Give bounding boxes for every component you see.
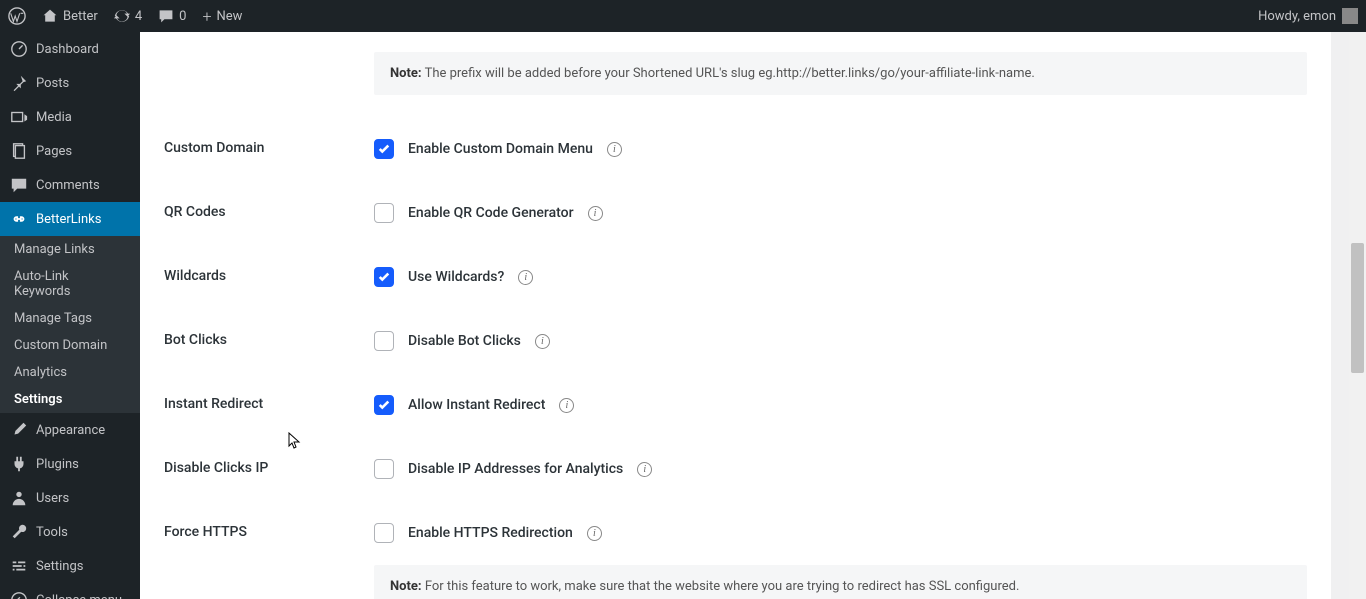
menu-label: Comments [36, 178, 100, 193]
submenu-analytics[interactable]: Analytics [0, 359, 140, 386]
submenu-manage-links[interactable]: Manage Links [0, 236, 140, 263]
info-icon[interactable]: i [588, 206, 603, 221]
submenu-auto-keywords[interactable]: Auto-Link Keywords [0, 263, 140, 305]
user-account[interactable]: Howdy, emon [1258, 8, 1358, 24]
admin-sidebar: Dashboard Posts Media Pages Comments Bet… [0, 32, 140, 599]
media-icon [10, 108, 28, 126]
menu-dashboard[interactable]: Dashboard [0, 32, 140, 66]
checkbox-3[interactable] [374, 331, 394, 351]
row-label: Wildcards [164, 267, 374, 287]
dashboard-icon [10, 40, 28, 58]
field-text: Enable QR Code Generator [408, 205, 574, 221]
submenu-betterlinks: Manage Links Auto-Link Keywords Manage T… [0, 236, 140, 413]
menu-label: BetterLinks [36, 212, 101, 227]
pin-icon [10, 74, 28, 92]
row-label: Custom Domain [164, 139, 374, 159]
https-note: Note: For this feature to work, make sur… [374, 565, 1307, 599]
menu-label: Appearance [36, 423, 105, 438]
row-label: Bot Clicks [164, 331, 374, 351]
menu-label: Dashboard [36, 42, 99, 57]
menu-users[interactable]: Users [0, 481, 140, 515]
updates[interactable]: 4 [114, 8, 142, 24]
checkbox-2[interactable] [374, 267, 394, 287]
checkbox-4[interactable] [374, 395, 394, 415]
collapse-icon [10, 591, 28, 599]
sliders-icon [10, 557, 28, 575]
info-icon[interactable]: i [637, 462, 652, 477]
field-text: Use Wildcards? [408, 269, 504, 285]
field-text: Allow Instant Redirect [408, 397, 545, 413]
field-text: Disable IP Addresses for Analytics [408, 461, 623, 477]
menu-label: Media [36, 110, 72, 125]
new-label: New [216, 9, 242, 24]
plug-icon [10, 455, 28, 473]
menu-comments[interactable]: Comments [0, 168, 140, 202]
menu-label: Settings [36, 559, 83, 574]
menu-betterlinks[interactable]: BetterLinks [0, 202, 140, 236]
row-label: Instant Redirect [164, 395, 374, 415]
prefix-note: Note: The prefix will be added before yo… [374, 52, 1307, 95]
wrench-icon [10, 523, 28, 541]
info-icon[interactable]: i [607, 142, 622, 157]
menu-posts[interactable]: Posts [0, 66, 140, 100]
howdy-text: Howdy, emon [1258, 9, 1336, 24]
row-label: Disable Clicks IP [164, 459, 374, 479]
site-home[interactable]: Better [42, 8, 98, 24]
menu-label: Pages [36, 144, 72, 159]
pages-icon [10, 142, 28, 160]
menu-media[interactable]: Media [0, 100, 140, 134]
user-icon [10, 489, 28, 507]
new-content[interactable]: + New [202, 7, 242, 26]
wp-logo[interactable] [8, 7, 26, 25]
brush-icon [10, 421, 28, 439]
field-text: Enable Custom Domain Menu [408, 141, 593, 157]
checkbox-0[interactable] [374, 139, 394, 159]
comments-bar[interactable]: 0 [158, 8, 186, 24]
comments-count: 0 [179, 9, 186, 24]
admin-bar: Better 4 0 + New Howdy, emon [0, 0, 1366, 32]
menu-plugins[interactable]: Plugins [0, 447, 140, 481]
submenu-manage-tags[interactable]: Manage Tags [0, 305, 140, 332]
vertical-scrollbar[interactable] [1349, 33, 1366, 599]
menu-pages[interactable]: Pages [0, 134, 140, 168]
field-text: Disable Bot Clicks [408, 333, 521, 349]
menu-label: Tools [36, 525, 68, 540]
checkbox-5[interactable] [374, 459, 394, 479]
avatar [1342, 8, 1358, 24]
info-icon[interactable]: i [587, 526, 602, 541]
site-title: Better [63, 9, 98, 24]
info-icon[interactable]: i [535, 334, 550, 349]
checkbox-1[interactable] [374, 203, 394, 223]
menu-appearance[interactable]: Appearance [0, 413, 140, 447]
menu-tools[interactable]: Tools [0, 515, 140, 549]
submenu-custom-domain[interactable]: Custom Domain [0, 332, 140, 359]
updates-count: 4 [135, 9, 142, 24]
info-icon[interactable]: i [518, 270, 533, 285]
menu-label: Users [36, 491, 69, 506]
menu-label: Collapse menu [36, 593, 122, 599]
menu-label: Plugins [36, 457, 79, 472]
menu-label: Posts [36, 76, 69, 91]
menu-settings[interactable]: Settings [0, 549, 140, 583]
row-label: Force HTTPS [164, 523, 374, 543]
link-icon [10, 210, 28, 228]
settings-content: Note: The prefix will be added before yo… [140, 32, 1331, 599]
field-text: Enable HTTPS Redirection [408, 525, 573, 541]
checkbox-6[interactable] [374, 523, 394, 543]
comment-icon [10, 176, 28, 194]
submenu-settings[interactable]: Settings [0, 386, 140, 413]
row-label: QR Codes [164, 203, 374, 223]
collapse-menu[interactable]: Collapse menu [0, 583, 140, 599]
info-icon[interactable]: i [559, 398, 574, 413]
